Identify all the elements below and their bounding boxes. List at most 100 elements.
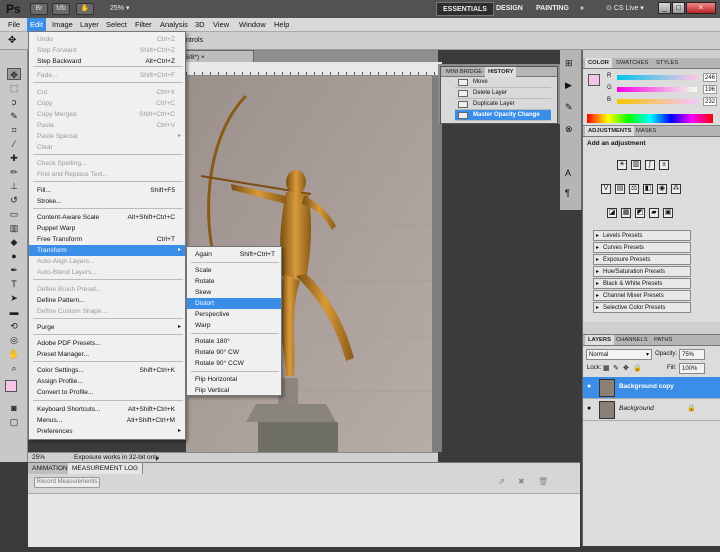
transform-item-skew[interactable]: Skew — [187, 287, 281, 298]
vibrance-icon[interactable]: V — [601, 184, 611, 194]
lock-all-icon[interactable]: 🔒 — [633, 364, 642, 372]
menu-select[interactable]: Select — [106, 20, 127, 29]
edit-menu-item-auto-align-layers[interactable]: Auto-Align Layers... — [29, 256, 185, 267]
edit-menu-item-auto-blend-layers[interactable]: Auto-Blend Layers... — [29, 267, 185, 278]
transform-item-flip-vertical[interactable]: Flip Vertical — [187, 385, 281, 396]
history-brush-tool-icon[interactable]: ↺ — [7, 194, 21, 206]
edit-menu-item-define-brush-preset[interactable]: Define Brush Preset... — [29, 284, 185, 295]
brightness-contrast-icon[interactable]: ☀ — [617, 160, 627, 170]
lock-pixels-icon[interactable]: ✎ — [613, 364, 619, 372]
edit-menu-item-cut[interactable]: Cut Ctrl+X — [29, 87, 185, 98]
character-panel-icon[interactable]: A — [565, 168, 571, 178]
invert-icon[interactable]: ◪ — [607, 208, 617, 218]
lock-position-icon[interactable]: ✥ — [623, 364, 629, 372]
edit-menu-item-puppet-warp[interactable]: Puppet Warp — [29, 223, 185, 234]
hue-saturation-icon[interactable]: ▤ — [615, 184, 625, 194]
layer-name[interactable]: Background copy — [619, 383, 674, 390]
tab-color[interactable]: COLOR — [585, 58, 612, 68]
edit-menu-item-keyboard-shortcuts[interactable]: Keyboard Shortcuts... Alt+Shift+Ctrl+K — [29, 404, 185, 415]
edit-menu-item-define-pattern[interactable]: Define Pattern... — [29, 295, 185, 306]
layer-row[interactable]: ● Background 🔒 — [583, 399, 720, 421]
threshold-icon[interactable]: ◩ — [635, 208, 645, 218]
transform-item-scale[interactable]: Scale — [187, 265, 281, 276]
edit-menu-item-color-settings[interactable]: Color Settings... Shift+Ctrl+K — [29, 365, 185, 376]
lock-transparent-icon[interactable]: ▦ — [603, 364, 610, 372]
photo-filter-icon[interactable]: ◉ — [657, 184, 667, 194]
minibridge-button[interactable]: Mb — [52, 3, 70, 15]
transform-item-distort[interactable]: Distort — [187, 298, 281, 309]
edit-menu-item-content-aware-scale[interactable]: Content-Aware Scale Alt+Shift+Ctrl+C — [29, 212, 185, 223]
lasso-tool-icon[interactable]: ↄ — [7, 96, 21, 108]
blue-value[interactable]: 232 — [703, 97, 717, 106]
edit-menu-item-stroke[interactable]: Stroke... — [29, 196, 185, 207]
green-slider[interactable]: G 196 — [607, 85, 719, 95]
minimize-button[interactable]: _ — [658, 2, 671, 14]
preset-item[interactable]: Curves Presets — [593, 242, 691, 253]
status-arrow-icon[interactable]: ▸ — [156, 454, 159, 462]
edit-menu-item-step-backward[interactable]: Step Backward Alt+Ctrl+Z — [29, 56, 185, 67]
tab-animation[interactable]: ANIMATION — [28, 463, 73, 474]
screen-mode-icon[interactable]: ▢ — [7, 416, 21, 428]
channel-mixer-icon[interactable]: ⁂ — [671, 184, 681, 194]
quick-mask-icon[interactable]: ◙ — [7, 402, 21, 414]
exposure-icon[interactable]: ± — [659, 160, 669, 170]
history-item-selected[interactable]: Master Opacity Change — [455, 110, 551, 121]
close-button[interactable]: × — [686, 2, 716, 14]
history-item[interactable]: Move — [455, 77, 551, 88]
blur-tool-icon[interactable]: ◆ — [7, 236, 21, 248]
healing-tool-icon[interactable]: ✚ — [7, 152, 21, 164]
gradient-map-icon[interactable]: ▰ — [649, 208, 659, 218]
edit-menu-item-fill[interactable]: Fill... Shift+F5 — [29, 185, 185, 196]
edit-menu-item-preset-manager[interactable]: Preset Manager... — [29, 349, 185, 360]
black-white-icon[interactable]: ◧ — [643, 184, 653, 194]
opacity-field[interactable]: 75% — [679, 349, 705, 360]
edit-menu-item-convert-to-profile[interactable]: Convert to Profile... — [29, 387, 185, 398]
tab-styles[interactable]: STYLES — [653, 58, 681, 68]
3d-rotate-tool-icon[interactable]: ⟲ — [7, 320, 21, 332]
maximize-button[interactable]: □ — [672, 2, 685, 14]
clone-source-icon[interactable]: ⊗ — [565, 124, 573, 135]
transform-item-rotate-90-cw[interactable]: Rotate 90° CW — [187, 347, 281, 358]
edit-menu-item-fade[interactable]: Fade... Shift+Ctrl+F — [29, 70, 185, 81]
tab-masks[interactable]: MASKS — [633, 126, 659, 136]
edit-menu-item-copy-merged[interactable]: Copy Merged Shift+Ctrl+C — [29, 109, 185, 120]
foreground-color-swatch[interactable] — [5, 380, 17, 392]
edit-menu-item-check-spelling[interactable]: Check Spelling... — [29, 158, 185, 169]
move-tool-icon[interactable]: ✥ — [7, 68, 21, 80]
preset-item[interactable]: Exposure Presets — [593, 254, 691, 265]
transform-item-again[interactable]: Again Shift+Ctrl+T — [187, 249, 281, 260]
tab-channels[interactable]: CHANNELS — [613, 335, 651, 345]
paragraph-panel-icon[interactable]: ¶ — [565, 188, 570, 198]
green-value[interactable]: 196 — [703, 85, 717, 94]
history-item[interactable]: Duplicate Layer — [455, 99, 551, 110]
layer-name[interactable]: Background — [619, 405, 654, 412]
preset-item[interactable]: Black & White Presets — [593, 278, 691, 289]
menu-layer[interactable]: Layer — [80, 20, 99, 29]
transform-item-rotate-180[interactable]: Rotate 180° — [187, 336, 281, 347]
visibility-eye-icon[interactable]: ● — [587, 405, 591, 412]
edit-menu-item-copy[interactable]: Copy Ctrl+C — [29, 98, 185, 109]
quick-select-tool-icon[interactable]: ✎ — [7, 110, 21, 122]
edit-menu-item-undo[interactable]: Undo Ctrl+Z — [29, 34, 185, 45]
marquee-tool-icon[interactable]: ⬚ — [7, 82, 21, 94]
transform-item-perspective[interactable]: Perspective — [187, 309, 281, 320]
selective-color-icon[interactable]: ▣ — [663, 208, 673, 218]
curves-icon[interactable]: ∫ — [645, 160, 655, 170]
menu-filter[interactable]: Filter — [135, 20, 152, 29]
edit-menu-item-clear[interactable]: Clear — [29, 142, 185, 153]
bridge-button[interactable]: Br — [30, 3, 48, 15]
red-value[interactable]: 246 — [703, 73, 717, 82]
gradient-tool-icon[interactable]: ▥ — [7, 222, 21, 234]
actions-panel-icon[interactable]: ▶ — [565, 80, 572, 91]
transform-item-rotate-90-ccw[interactable]: Rotate 90° CCW — [187, 358, 281, 369]
preset-item[interactable]: Hue/Saturation Presets — [593, 266, 691, 277]
transform-item-flip-horizontal[interactable]: Flip Horizontal — [187, 374, 281, 385]
brush-panel-icon[interactable]: ✎ — [565, 102, 573, 113]
blue-slider[interactable]: B 232 — [607, 97, 719, 107]
workspace-more[interactable]: » — [574, 2, 590, 16]
path-select-tool-icon[interactable]: ➤ — [7, 292, 21, 304]
edit-menu-item-step-forward[interactable]: Step Forward Shift+Ctrl+Z — [29, 45, 185, 56]
levels-icon[interactable]: ▥ — [631, 160, 641, 170]
color-balance-icon[interactable]: ⚖ — [629, 184, 639, 194]
cs-live-button[interactable]: ⊙ CS Live ▾ — [606, 4, 644, 12]
